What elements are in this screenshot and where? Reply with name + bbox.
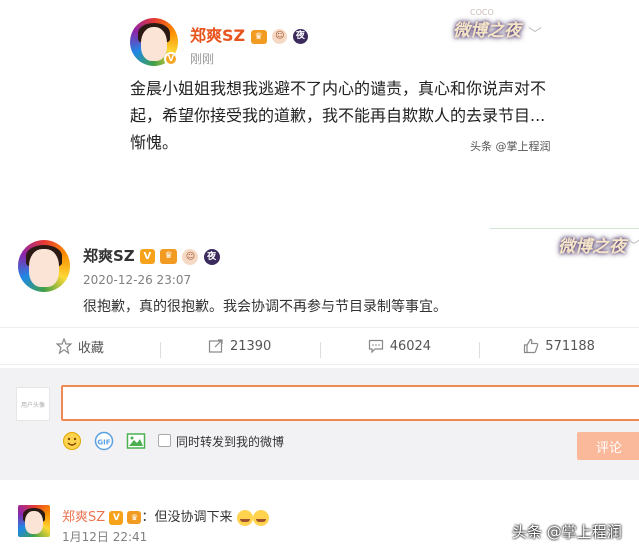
chevron-down-icon[interactable]: ﹀ xyxy=(528,24,542,44)
reply-username[interactable]: 郑爽SZ xyxy=(62,510,105,525)
verified-v-icon: V xyxy=(109,510,124,525)
submit-comment-button[interactable]: 评论 xyxy=(577,432,639,460)
comment-input[interactable] xyxy=(61,385,639,421)
favorite-button[interactable]: 收藏 xyxy=(0,337,160,356)
crown-badge-icon: ♛ xyxy=(160,249,178,264)
image-icon[interactable] xyxy=(126,431,146,451)
reply-line: 郑爽SZ V ♛ ：但没协调下来 xyxy=(62,506,269,526)
watermark-bottom: 头条 @掌上程润 xyxy=(512,523,622,541)
reply-separator: ： xyxy=(141,510,155,525)
current-user-avatar[interactable]: 用户头像 xyxy=(16,387,50,421)
post-username[interactable]: 郑爽SZ V ♛ ☺ 夜 xyxy=(83,245,220,266)
comment-icon xyxy=(368,339,383,354)
action-bar: 收藏 21390 46024 571188 xyxy=(0,327,639,365)
top-post-time: 刚刚 xyxy=(190,52,215,66)
gif-icon[interactable]: GIF xyxy=(94,431,114,451)
crown-badge-icon: ♛ xyxy=(127,511,142,524)
reply-text: 但没协调下来 xyxy=(154,510,233,525)
thumbs-up-icon xyxy=(524,338,539,354)
post-time[interactable]: 2020-12-26 23:07 xyxy=(83,273,191,287)
event-logo-top: 微博之夜 xyxy=(453,21,521,41)
chevron-down-icon[interactable]: ﹀ xyxy=(627,236,639,256)
star-icon xyxy=(55,338,72,354)
post-body: 很抱歉，真的很抱歉。我会协调不再参与节目录制等事宜。 xyxy=(83,299,447,315)
verified-v-icon: V xyxy=(139,249,155,264)
post-avatar[interactable] xyxy=(18,240,70,292)
green-divider xyxy=(490,228,639,229)
watermark-top: 头条 @掌上程润 xyxy=(470,140,551,153)
reply-time[interactable]: 1月12日 22:41 xyxy=(62,528,147,545)
face-badge-icon: ☺ xyxy=(272,29,288,44)
repost-icon xyxy=(208,339,223,353)
grimace-emoji-icon xyxy=(252,509,269,526)
reply-avatar[interactable] xyxy=(18,505,50,537)
grimace-emoji-icon xyxy=(236,509,253,526)
repost-button[interactable]: 21390 xyxy=(159,338,320,358)
face-badge-icon: ☺ xyxy=(182,248,199,265)
crown-badge-icon: ♛ xyxy=(250,29,267,44)
svg-text:GIF: GIF xyxy=(97,439,110,447)
event-logo-post: 微博之夜 xyxy=(558,237,626,257)
comment-button[interactable]: 46024 xyxy=(319,338,480,358)
repost-checkbox-label[interactable]: 同时转发到我的微博 xyxy=(176,433,284,450)
top-verified-badge: V xyxy=(164,52,178,66)
repost-checkbox[interactable] xyxy=(158,434,171,447)
like-button[interactable]: 571188 xyxy=(479,338,639,358)
top-username[interactable]: 郑爽SZ ♛ ☺ 夜 xyxy=(190,22,308,46)
night-badge-icon: 夜 xyxy=(292,29,308,44)
night-badge-icon: 夜 xyxy=(203,248,220,265)
smile-icon[interactable] xyxy=(62,431,82,451)
